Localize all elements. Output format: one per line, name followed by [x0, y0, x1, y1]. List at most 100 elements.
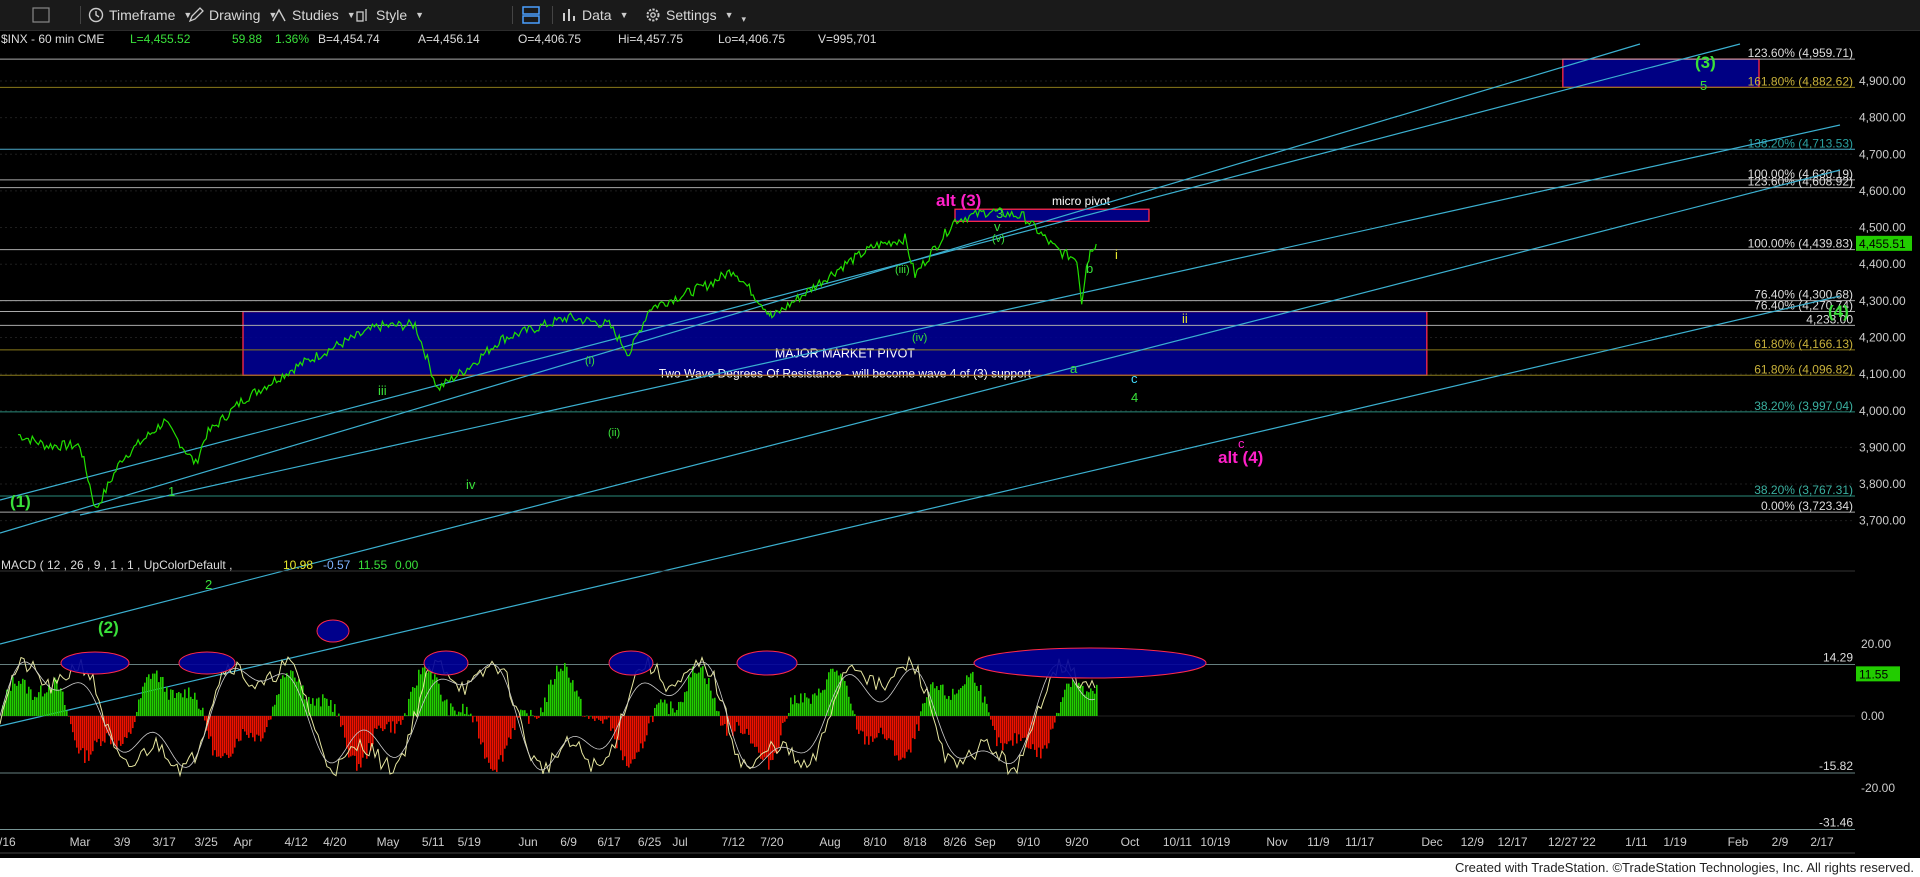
macd-bar — [372, 716, 374, 745]
macd-panel: MACD ( 12 , 26 , 9 , 1 , 1 , UpColorDefa… — [0, 558, 1900, 830]
macd-bar — [898, 716, 900, 761]
macd-bar — [514, 716, 516, 731]
macd-value-4: 0.00 — [395, 558, 419, 572]
x-tick-label: 8/26 — [943, 835, 967, 849]
macd-bar — [64, 705, 66, 716]
major-pivot-sublabel: Two Wave Degrees Of Resistance - will be… — [659, 367, 1032, 381]
macd-bar — [858, 716, 860, 734]
drawing-label: Drawing — [209, 7, 261, 23]
macd-bar — [12, 676, 14, 716]
macd-bar — [1036, 716, 1038, 758]
macd-bar — [262, 716, 264, 739]
macd-bar — [212, 716, 214, 756]
wave-label: (1) — [10, 492, 31, 511]
x-tick-label: 8/10 — [863, 835, 887, 849]
macd-bar — [522, 710, 524, 716]
wave-label: 5 — [1700, 78, 1707, 93]
macd-bar — [274, 704, 276, 716]
data-button[interactable]: Data ▼ — [561, 4, 629, 26]
style-button[interactable]: Style ▼ — [355, 4, 424, 26]
y-tick-label: 4,100.00 — [1859, 367, 1906, 381]
wave-label: iv — [466, 477, 476, 492]
trend-channels — [0, 43, 1841, 727]
macd-bar — [282, 675, 284, 716]
studies-button[interactable]: Studies ▼ — [271, 4, 356, 26]
fib-label: 161.80% (4,882.62) — [1748, 74, 1853, 88]
macd-bar — [1086, 691, 1088, 716]
x-tick-label: 6/9 — [560, 835, 577, 849]
macd-bar — [454, 710, 456, 716]
x-tick-label: 7/20 — [760, 835, 784, 849]
macd-bar — [886, 716, 888, 741]
macd-bar — [712, 698, 714, 716]
macd-bar — [676, 709, 678, 716]
macd-bar — [994, 716, 996, 731]
macd-bar — [592, 716, 594, 719]
macd-bar — [892, 716, 894, 741]
macd-value-2: -0.57 — [323, 558, 351, 572]
macd-bar — [854, 714, 856, 716]
macd-bar — [46, 692, 48, 716]
window-icon[interactable] — [30, 4, 56, 26]
y-tick-label: 4,700.00 — [1859, 147, 1906, 161]
macd-bar — [1012, 716, 1014, 746]
macd-bar — [686, 691, 688, 716]
macd-bar — [68, 716, 70, 717]
macd-bar — [464, 713, 466, 716]
macd-bar — [972, 671, 974, 716]
macd-bar — [138, 699, 140, 716]
wave-label: (2) — [98, 618, 119, 637]
macd-bar — [40, 685, 42, 716]
macd-bar — [128, 716, 130, 733]
fib-label: 61.80% (4,166.13) — [1754, 337, 1853, 351]
macd-bar — [38, 692, 40, 716]
macd-bar — [434, 674, 436, 716]
macd-bar — [700, 667, 702, 716]
macd-bar — [154, 673, 156, 716]
macd-bar — [242, 716, 244, 730]
macd-bar — [1096, 684, 1098, 716]
macd-bar — [114, 716, 116, 746]
macd-bar — [334, 704, 336, 716]
clock-icon — [88, 7, 104, 23]
macd-bar — [672, 708, 674, 716]
macd-bar — [564, 663, 566, 716]
wave-label: v — [994, 219, 1001, 234]
drawing-button[interactable]: Drawing ▼ — [188, 4, 277, 26]
fib-label: 138.20% (4,713.53) — [1748, 136, 1853, 150]
timeframe-button[interactable]: Timeframe ▼ — [88, 4, 192, 26]
macd-bar — [568, 677, 570, 716]
macd-bar — [380, 716, 382, 729]
macd-bar — [202, 707, 204, 716]
macd-bar — [524, 710, 526, 716]
macd-bar — [88, 716, 90, 761]
macd-bar — [656, 704, 658, 716]
x-tick-label: 8/18 — [903, 835, 927, 849]
macd-bar — [122, 716, 124, 744]
x-tick-label: Nov — [1266, 835, 1287, 849]
macd-bar — [20, 683, 22, 716]
macd-bar — [558, 671, 560, 716]
macd-bar — [1074, 682, 1076, 716]
macd-bar — [986, 703, 988, 716]
macd-bar — [642, 716, 644, 749]
macd-bar — [596, 716, 598, 719]
y-tick-label: 4,000.00 — [1859, 404, 1906, 418]
macd-bar — [902, 716, 904, 758]
macd-bar — [512, 716, 514, 729]
macd-bar — [998, 716, 1000, 738]
macd-bar — [586, 715, 588, 717]
macd-bar — [198, 708, 200, 716]
chart-area[interactable]: $INX - 60 min CME L=4,455.52 59.88 1.36%… — [0, 30, 1920, 858]
x-tick-label: 12/17 — [1498, 835, 1528, 849]
macd-bar — [214, 716, 216, 751]
macd-bar — [608, 716, 610, 718]
layout-button[interactable] — [521, 4, 541, 26]
macd-bar — [1024, 716, 1026, 738]
macd-bar — [36, 697, 38, 716]
macd-bar — [322, 694, 324, 716]
x-tick-label: Jul — [672, 835, 687, 849]
fib-label: 61.80% (4,096.82) — [1754, 362, 1853, 376]
x-tick-label: Oct — [1121, 835, 1140, 849]
settings-button[interactable]: Settings ▼ ▾ — [645, 4, 746, 26]
